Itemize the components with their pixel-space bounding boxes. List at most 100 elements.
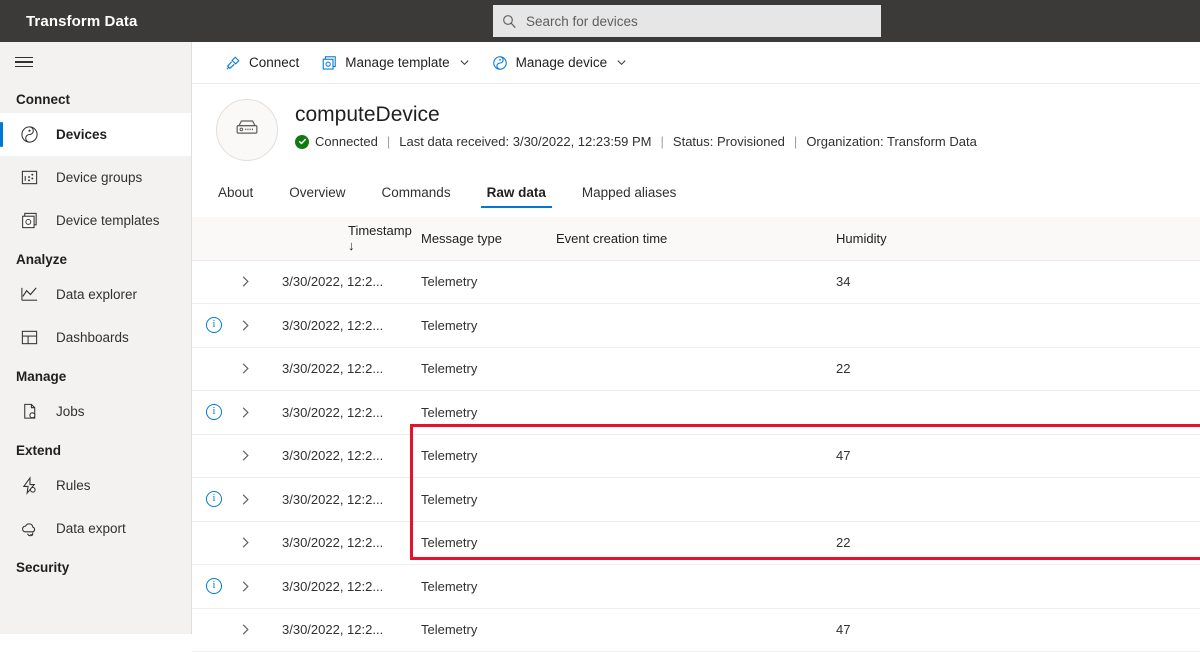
- info-circle-icon[interactable]: i: [206, 317, 222, 334]
- cell-spacer: [1056, 390, 1200, 435]
- info-icon-placeholder: [206, 274, 222, 290]
- sidebar-item-jobs[interactable]: Jobs: [0, 390, 191, 433]
- provision-status: Status: Provisioned: [672, 134, 785, 149]
- table-header: Timestamp ↓ Message type Event creation …: [192, 217, 1200, 261]
- row-controls-cell: i: [192, 477, 282, 522]
- app-brand-title: Transform Data: [26, 12, 138, 30]
- sidebar-item-data-explorer[interactable]: Data explorer: [0, 273, 191, 316]
- chevron-down-icon: [459, 57, 470, 68]
- tab-raw-data[interactable]: Raw data: [480, 185, 553, 208]
- cell-event-creation-time: [556, 564, 836, 609]
- last-data-received: Last data received: 3/30/2022, 12:23:59 …: [399, 134, 652, 149]
- chevron-right-icon[interactable]: [230, 449, 260, 462]
- chevron-right-icon[interactable]: [230, 275, 260, 288]
- info-circle-icon[interactable]: i: [206, 404, 222, 421]
- cell-timestamp: 3/30/2022, 12:2...: [282, 434, 421, 478]
- chevron-right-icon[interactable]: [230, 580, 260, 593]
- chevron-right-icon[interactable]: [230, 493, 260, 506]
- hamburger-menu-button[interactable]: [0, 42, 192, 82]
- organization: Organization: Transform Data: [806, 134, 977, 149]
- devices-icon: [18, 124, 40, 146]
- chevron-right-icon[interactable]: [230, 319, 260, 332]
- info-circle-icon[interactable]: i: [206, 491, 222, 508]
- cell-timestamp: 3/30/2022, 12:2...: [282, 608, 421, 652]
- table-row[interactable]: 3/30/2022, 12:2... Telemetry 22: [192, 521, 1200, 565]
- tab-commands[interactable]: Commands: [380, 185, 453, 208]
- table-row[interactable]: 3/30/2022, 12:2... Telemetry 22: [192, 347, 1200, 391]
- row-controls-cell: [192, 521, 282, 565]
- meta-separator: |: [793, 134, 798, 149]
- column-header-timestamp[interactable]: Timestamp ↓: [282, 217, 421, 261]
- cell-humidity: [836, 564, 1056, 609]
- column-label: Message type: [421, 230, 502, 246]
- table-row[interactable]: i 3/30/2022, 12:2... Telemetry: [192, 477, 1200, 522]
- cell-humidity: 47: [836, 434, 1056, 478]
- cell-humidity: [836, 477, 1056, 522]
- cell-event-creation-time: [556, 260, 836, 304]
- command-label: Connect: [249, 55, 300, 70]
- table-row[interactable]: i 3/30/2022, 12:2... Telemetry: [192, 390, 1200, 435]
- manage-template-button[interactable]: Manage template: [312, 46, 478, 80]
- sidebar-item-label: Device templates: [56, 213, 160, 228]
- tab-mapped-aliases[interactable]: Mapped aliases: [580, 185, 679, 208]
- chevron-right-icon[interactable]: [230, 536, 260, 549]
- column-label: Humidity: [836, 230, 887, 246]
- column-header-humidity[interactable]: Humidity: [836, 217, 1056, 261]
- cell-message-type: Telemetry: [421, 390, 556, 435]
- cell-timestamp: 3/30/2022, 12:2...: [282, 347, 421, 391]
- tab-about[interactable]: About: [216, 185, 255, 208]
- table-row[interactable]: i 3/30/2022, 12:2... Telemetry: [192, 564, 1200, 609]
- info-circle-icon[interactable]: i: [206, 578, 222, 595]
- sidebar-item-device-templates[interactable]: Device templates: [0, 199, 191, 242]
- template-icon: [321, 55, 337, 71]
- cell-event-creation-time: [556, 608, 836, 652]
- table-body: 3/30/2022, 12:2... Telemetry 34 i 3/30/2022,…: [192, 260, 1200, 652]
- sidebar-item-rules[interactable]: Rules: [0, 464, 191, 507]
- row-controls-cell: i: [192, 303, 282, 348]
- nav-group-manage: Manage: [16, 369, 67, 384]
- command-label: Manage device: [515, 55, 608, 70]
- connect-button[interactable]: Connect: [216, 46, 308, 80]
- sidebar-item-label: Data explorer: [56, 287, 138, 302]
- chevron-right-icon[interactable]: [230, 406, 260, 419]
- data-export-icon: [18, 518, 40, 540]
- dashboards-icon: [18, 327, 40, 349]
- check-circle-icon: [295, 134, 309, 149]
- cell-spacer: [1056, 347, 1200, 391]
- cell-spacer: [1056, 303, 1200, 348]
- cell-event-creation-time: [556, 521, 836, 565]
- chevron-right-icon[interactable]: [230, 623, 260, 636]
- nav-group-security: Security: [16, 560, 70, 575]
- sidebar-item-label: Jobs: [56, 404, 85, 419]
- nav-group-analyze: Analyze: [16, 252, 68, 267]
- table-row[interactable]: 3/30/2022, 12:2... Telemetry 34: [192, 260, 1200, 304]
- sidebar-item-devices[interactable]: Devices: [0, 113, 191, 156]
- row-controls-cell: i: [192, 564, 282, 609]
- device-icon: [492, 55, 508, 71]
- cell-message-type: Telemetry: [421, 477, 556, 522]
- column-header-expand: [192, 217, 282, 261]
- sidebar-item-dashboards[interactable]: Dashboards: [0, 316, 191, 359]
- column-header-spacer: [1056, 217, 1200, 261]
- cell-timestamp: 3/30/2022, 12:2...: [282, 521, 421, 565]
- chevron-right-icon[interactable]: [230, 362, 260, 375]
- search-input[interactable]: [524, 7, 864, 35]
- tab-overview[interactable]: Overview: [287, 185, 347, 208]
- table-row[interactable]: 3/30/2022, 12:2... Telemetry 47: [192, 434, 1200, 478]
- row-controls-cell: [192, 434, 282, 478]
- sidebar-item-device-groups[interactable]: Device groups: [0, 156, 191, 199]
- column-header-event-creation-time[interactable]: Event creation time: [556, 217, 836, 261]
- table-row[interactable]: 3/30/2022, 12:2... Telemetry 47: [192, 608, 1200, 652]
- cell-message-type: Telemetry: [421, 347, 556, 391]
- cell-message-type: Telemetry: [421, 434, 556, 478]
- table-row[interactable]: i 3/30/2022, 12:2... Telemetry: [192, 303, 1200, 348]
- cell-spacer: [1056, 434, 1200, 478]
- command-label: Manage template: [345, 55, 450, 70]
- column-label: Event creation time: [556, 230, 668, 246]
- search-box[interactable]: [493, 5, 881, 37]
- manage-device-button[interactable]: Manage device: [483, 46, 637, 80]
- sidebar-item-label: Devices: [56, 127, 108, 142]
- column-header-message-type[interactable]: Message type: [421, 217, 556, 261]
- chevron-down-icon: [616, 57, 627, 68]
- sidebar-item-data-export[interactable]: Data export: [0, 507, 191, 550]
